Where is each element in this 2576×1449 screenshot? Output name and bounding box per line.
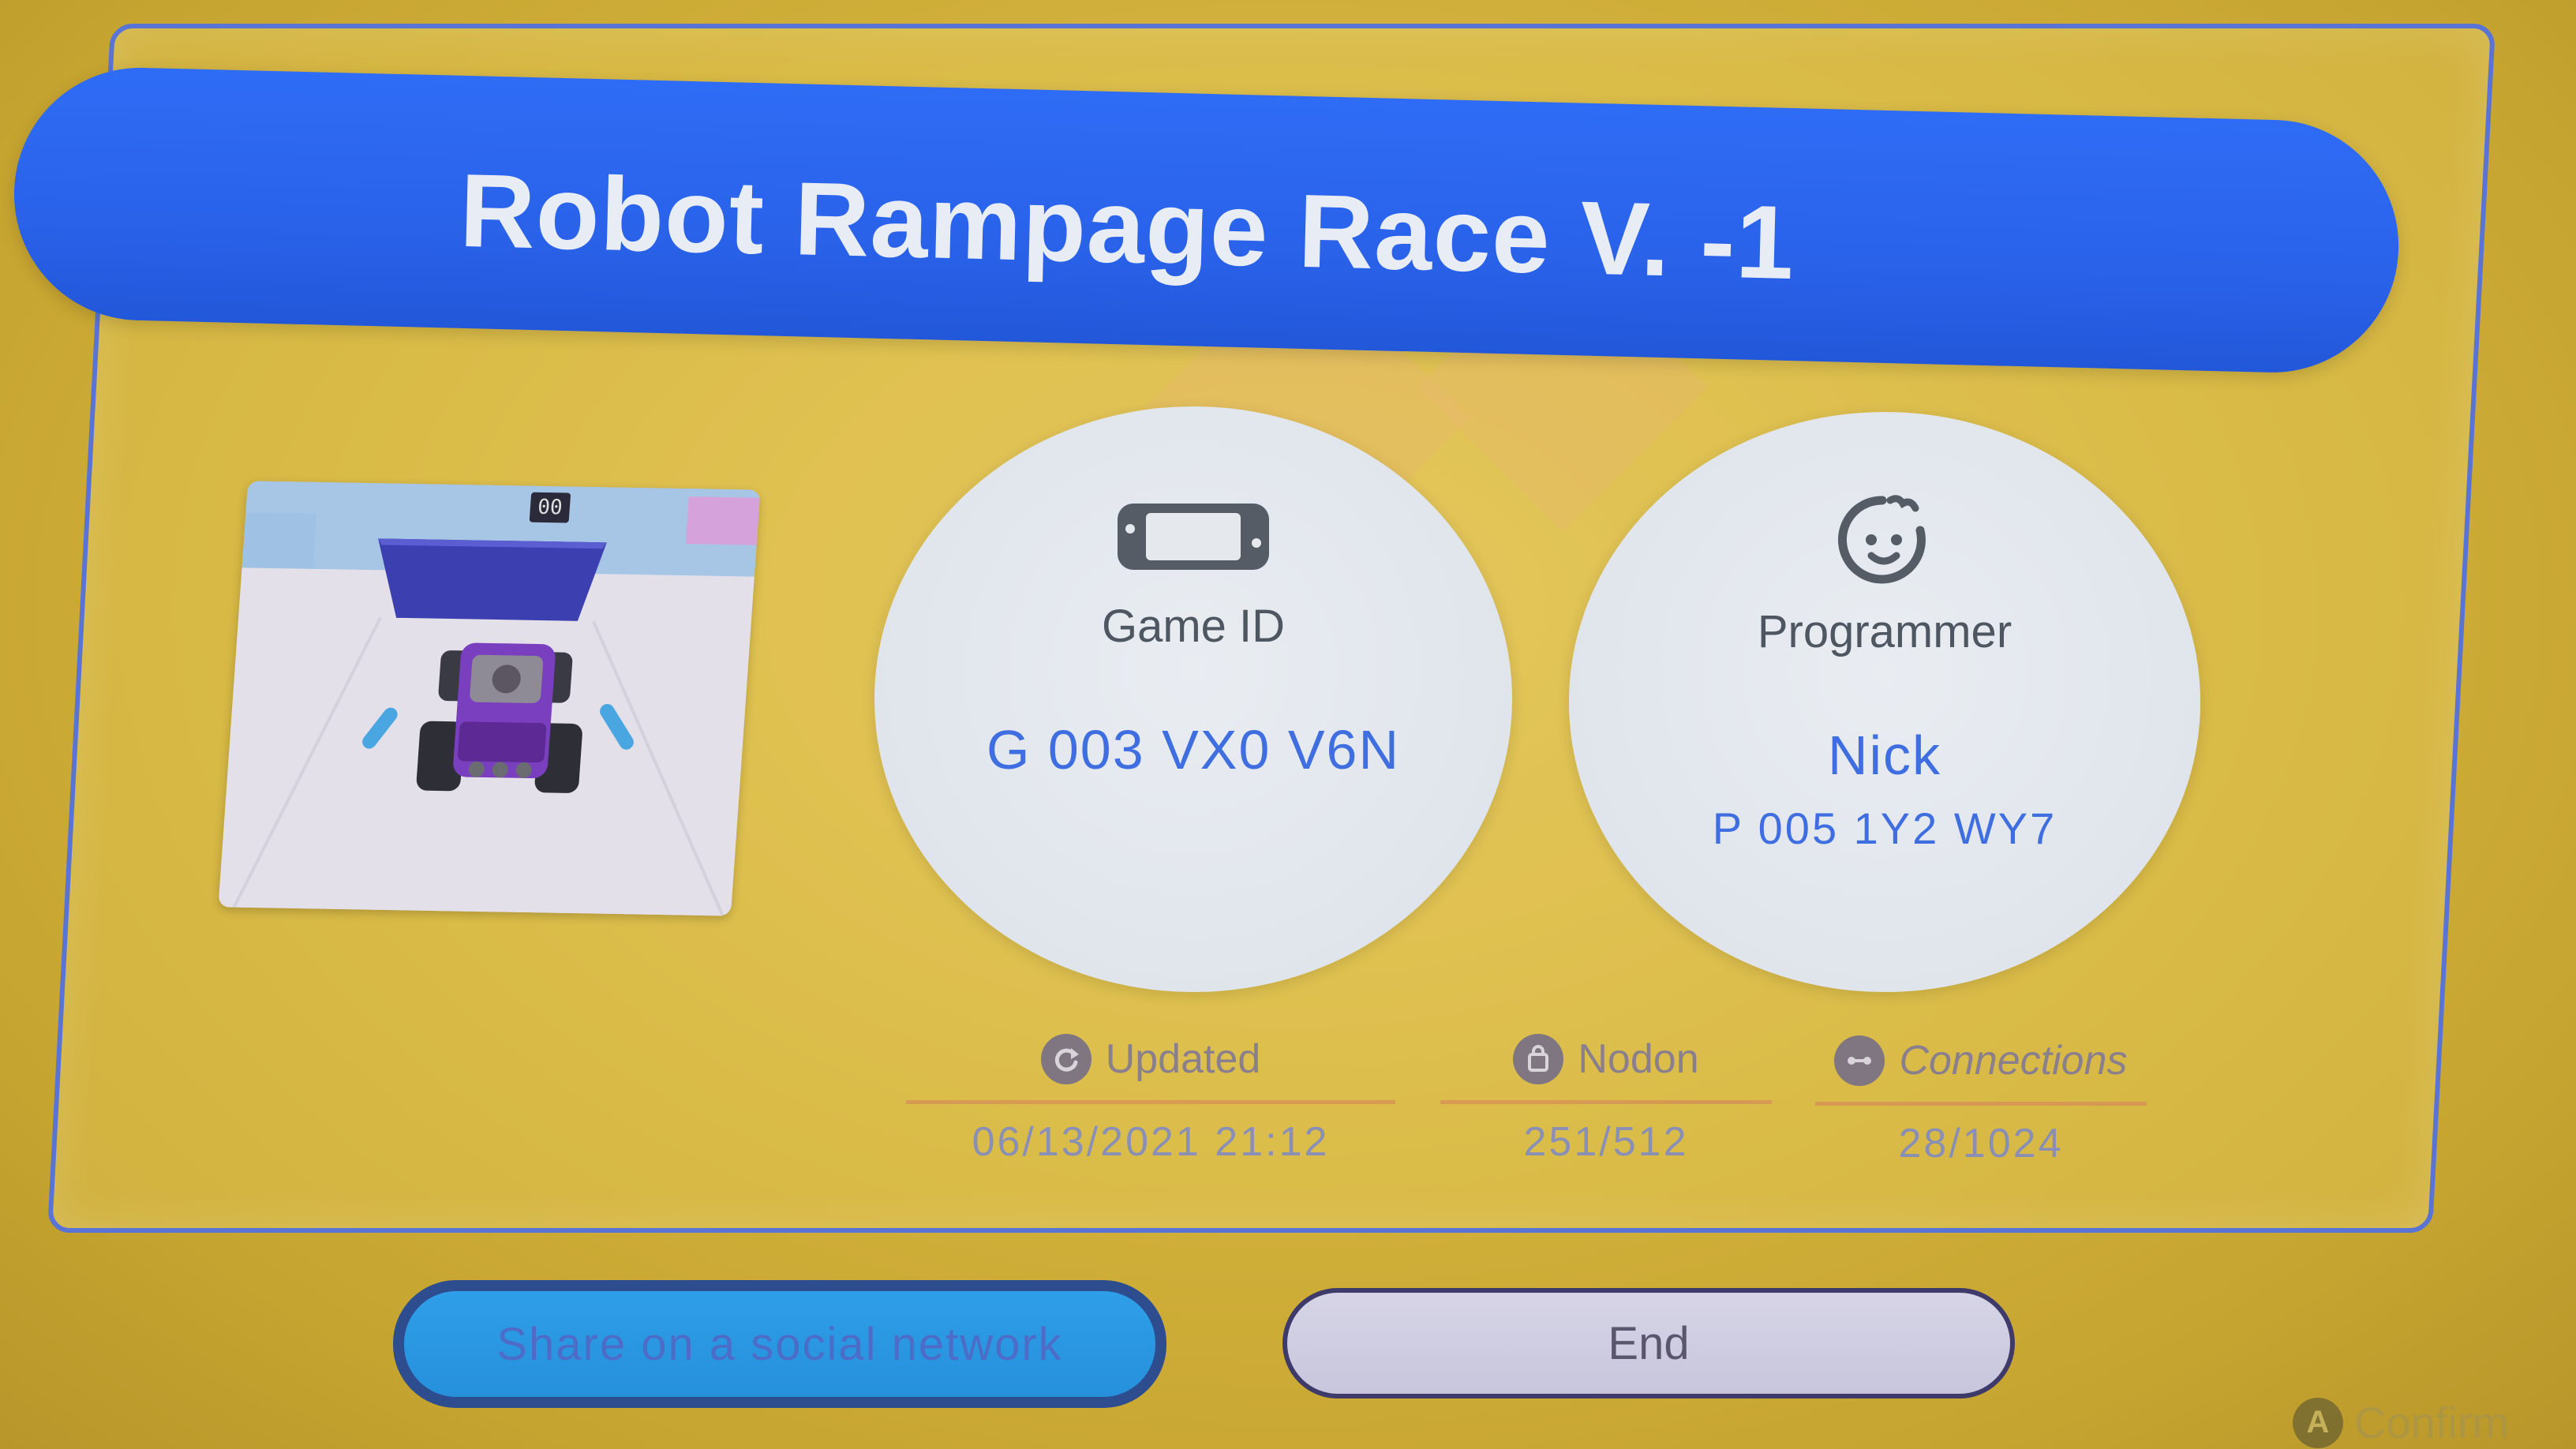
stat-divider <box>1815 1102 2147 1106</box>
connections-value: 28/1024 <box>1898 1121 2064 1166</box>
stat-nodon: Nodon 251/512 <box>1440 1034 1772 1166</box>
share-button-label: Share on a social network <box>496 1318 1063 1370</box>
end-button[interactable]: End <box>1282 1288 2015 1398</box>
game-title: Robot Rampage Race V. -1 <box>458 152 1796 301</box>
console-icon <box>1118 504 1269 570</box>
share-button[interactable]: Share on a social network <box>393 1280 1166 1408</box>
stat-divider <box>906 1100 1395 1104</box>
game-id-card: Game ID G 003 VX0 V6N <box>874 406 1512 992</box>
confirm-hint-label: Confirm <box>2354 1398 2510 1447</box>
nodon-label: Nodon <box>1578 1036 1699 1082</box>
bag-icon <box>1513 1034 1564 1084</box>
connections-label: Connections <box>1899 1038 2128 1084</box>
a-button-icon: A <box>2293 1397 2343 1448</box>
refresh-icon <box>1040 1034 1091 1084</box>
updated-label: Updated <box>1105 1036 1261 1082</box>
game-thumbnail: 00 <box>218 481 761 916</box>
programmer-id: P 005 1Y2 WY7 <box>1712 803 2057 853</box>
game-screenshot-image <box>218 481 761 916</box>
game-id-value: G 003 VX0 V6N <box>986 719 1401 781</box>
link-icon <box>1834 1035 1885 1086</box>
stat-updated: Updated 06/13/2021 21:12 <box>906 1034 1395 1166</box>
thumbnail-timer: 00 <box>529 492 571 523</box>
programmer-card: Programmer Nick P 005 1Y2 WY7 <box>1569 412 2200 992</box>
game-id-label: Game ID <box>1101 601 1286 652</box>
face-icon <box>1837 495 1926 584</box>
programmer-label: Programmer <box>1757 606 2012 657</box>
stat-divider <box>1440 1100 1772 1104</box>
nodon-value: 251/512 <box>1523 1119 1689 1165</box>
stat-connections: Connections 28/1024 <box>1815 1035 2147 1167</box>
updated-value: 06/13/2021 21:12 <box>972 1119 1330 1165</box>
programmer-name: Nick <box>1827 724 1942 786</box>
confirm-hint: A Confirm <box>2293 1397 2509 1448</box>
end-button-label: End <box>1608 1317 1690 1369</box>
